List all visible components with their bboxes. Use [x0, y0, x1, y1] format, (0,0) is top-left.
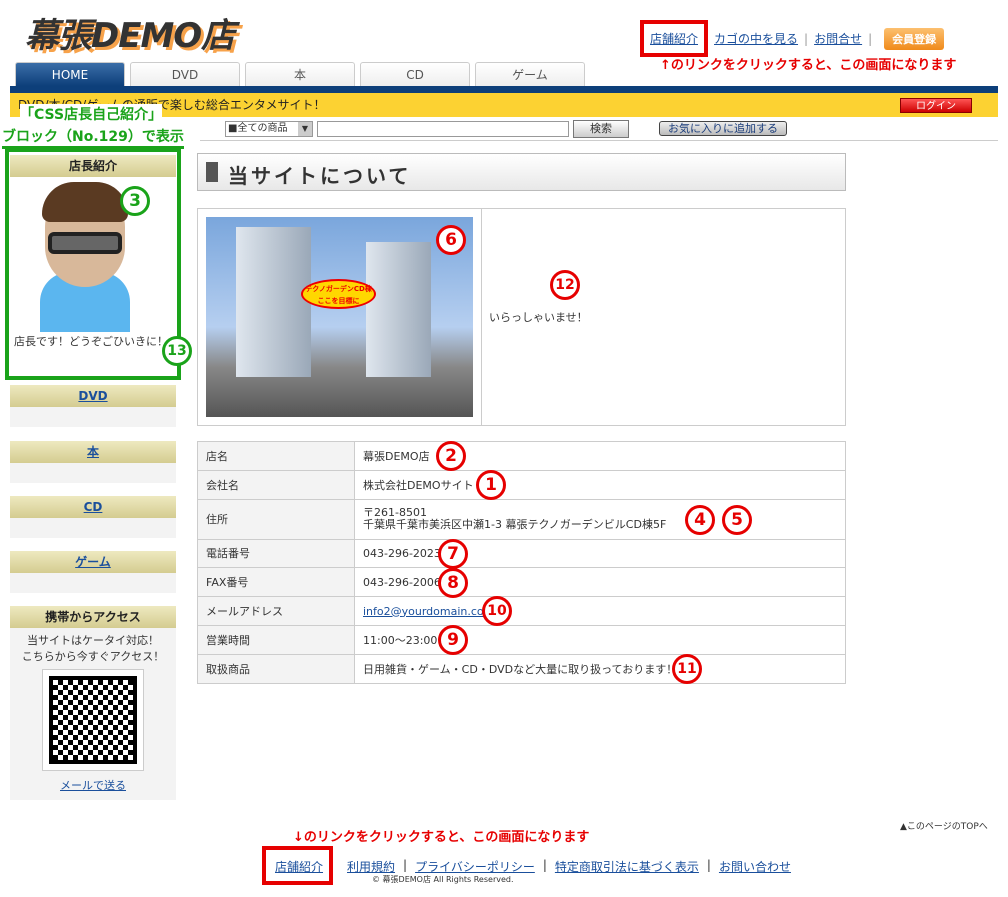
tab-bar: HOME DVD 本 CD ゲーム [15, 62, 585, 86]
link-cart[interactable]: カゴの中を見る [714, 30, 798, 47]
search-button[interactable]: 検索 [573, 119, 629, 138]
mail-link[interactable]: メールで送る [10, 777, 176, 793]
search-bar: ■全ての商品 ▼ 検索 お気に入りに追加する [200, 117, 998, 141]
sidebar-link-cd[interactable]: CD [84, 500, 103, 514]
page-title: 当サイトについて [197, 153, 846, 191]
member-register-button[interactable]: 会員登録 [884, 27, 945, 50]
marker: 3 [120, 186, 150, 216]
category-book: 本 [10, 441, 176, 483]
marker: 2 [436, 441, 466, 471]
annotation-green-2: ブロック（No.129）で表示 [2, 126, 184, 149]
marker: 13 [162, 336, 192, 366]
top-links: 店舗紹介 カゴの中を見る | お問合せ | 会員登録 [640, 20, 945, 57]
footer-links: 店舗紹介 利用規約 | プライバシーポリシー | 特定商取引法に基づく表示 | お問い… [275, 858, 791, 875]
page-top-link[interactable]: ▲このページのTOPへ [900, 819, 988, 832]
shop-photo-box: テクノガーデンCD棟 ここを目標に いらっしゃいませ！ [197, 208, 846, 426]
marker: 9 [438, 625, 468, 655]
marker: 6 [436, 225, 466, 255]
qr-code [42, 669, 144, 771]
table-row: 営業時間 11:00〜23:00 [197, 624, 846, 655]
tab-dvd[interactable]: DVD [130, 62, 240, 86]
search-input[interactable] [317, 120, 569, 137]
add-favorite-button[interactable]: お気に入りに追加する [659, 121, 787, 136]
logo[interactable]: 幕張DEMO店 [25, 8, 235, 57]
annotation-green-box [5, 148, 181, 380]
heading-marker-icon [206, 162, 218, 182]
tab-cd[interactable]: CD [360, 62, 470, 86]
footer-annotation-note: ↓のリンクをクリックすると、この画面になります [293, 830, 590, 845]
link-contact[interactable]: お問合せ [814, 30, 862, 47]
divider: | [706, 858, 711, 872]
annotation-note: ↑のリンクをクリックすると、この画面になります [660, 58, 957, 73]
email-link[interactable]: info2@yourdomain.com [363, 605, 494, 618]
marker: 5 [722, 505, 752, 535]
table-row: メールアドレス info2@yourdomain.com [197, 596, 846, 626]
footer-link-privacy[interactable]: プライバシーポリシー [415, 858, 535, 875]
category-select[interactable]: ■全ての商品 ▼ [225, 120, 313, 137]
footer-link-shop-info[interactable]: 店舗紹介 [275, 858, 323, 875]
divider: | [868, 31, 873, 46]
table-row: FAX番号 043-296-2006 [197, 567, 846, 598]
welcome-text: いらっしゃいませ！ [489, 311, 588, 324]
divider: | [542, 858, 547, 872]
table-row: 取扱商品 日用雑貨・ゲーム・CD・DVDなど大量に取り扱っております！ [197, 653, 846, 684]
link-shop-info[interactable]: 店舗紹介 [640, 20, 709, 57]
footer-link-terms[interactable]: 利用規約 [347, 858, 395, 875]
tab-book[interactable]: 本 [245, 62, 355, 86]
category-cd: CD [10, 496, 176, 538]
mobile-text: こちらから今すぐアクセス！ [21, 650, 165, 663]
annotation-green-1: 「CSS店長自己紹介」 [20, 104, 163, 124]
sidebar-link-game[interactable]: ゲーム [75, 555, 111, 569]
marker: 11 [672, 654, 702, 684]
marker: 4 [685, 505, 715, 535]
photo-sign: テクノガーデンCD棟 ここを目標に [301, 279, 376, 309]
category-game: ゲーム [10, 551, 176, 593]
login-button[interactable]: ログイン [900, 98, 972, 113]
marker: 10 [482, 596, 512, 626]
tab-game[interactable]: ゲーム [475, 62, 585, 86]
category-value: ■全ての商品 [228, 122, 288, 134]
marker: 7 [438, 539, 468, 569]
shop-info-table: 店名 幕張DEMO店 会社名 株式会社DEMOサイト 住所 〒261-8501 千葉県千… [197, 441, 846, 684]
marker: 8 [438, 568, 468, 598]
divider: | [804, 31, 809, 46]
shop-photo: テクノガーデンCD棟 ここを目標に [206, 217, 473, 417]
tab-home[interactable]: HOME [15, 62, 125, 86]
footer-link-contact[interactable]: お問い合わせ [719, 858, 791, 875]
mobile-block: 携帯からアクセス 当サイトはケータイ対応！ こちらから今すぐアクセス！ メールで… [10, 606, 176, 800]
table-row: 会社名 株式会社DEMOサイト [197, 469, 846, 500]
table-row: 店名 幕張DEMO店 [197, 441, 846, 471]
copyright: © 幕張DEMO店 All Rights Reserved. [372, 875, 514, 884]
chevron-down-icon: ▼ [298, 121, 312, 136]
sidebar-link-dvd[interactable]: DVD [78, 389, 107, 403]
mobile-title: 携帯からアクセス [10, 606, 176, 628]
sidebar-link-book[interactable]: 本 [87, 445, 99, 459]
table-row: 電話番号 043-296-2023 [197, 538, 846, 569]
divider: | [403, 858, 408, 872]
footer-link-tokutei[interactable]: 特定商取引法に基づく表示 [555, 858, 699, 875]
marker: 12 [550, 270, 580, 300]
nav-bar [10, 86, 998, 93]
mobile-text: 当サイトはケータイ対応！ [27, 634, 159, 647]
marker: 1 [476, 470, 506, 500]
category-dvd: DVD [10, 385, 176, 427]
